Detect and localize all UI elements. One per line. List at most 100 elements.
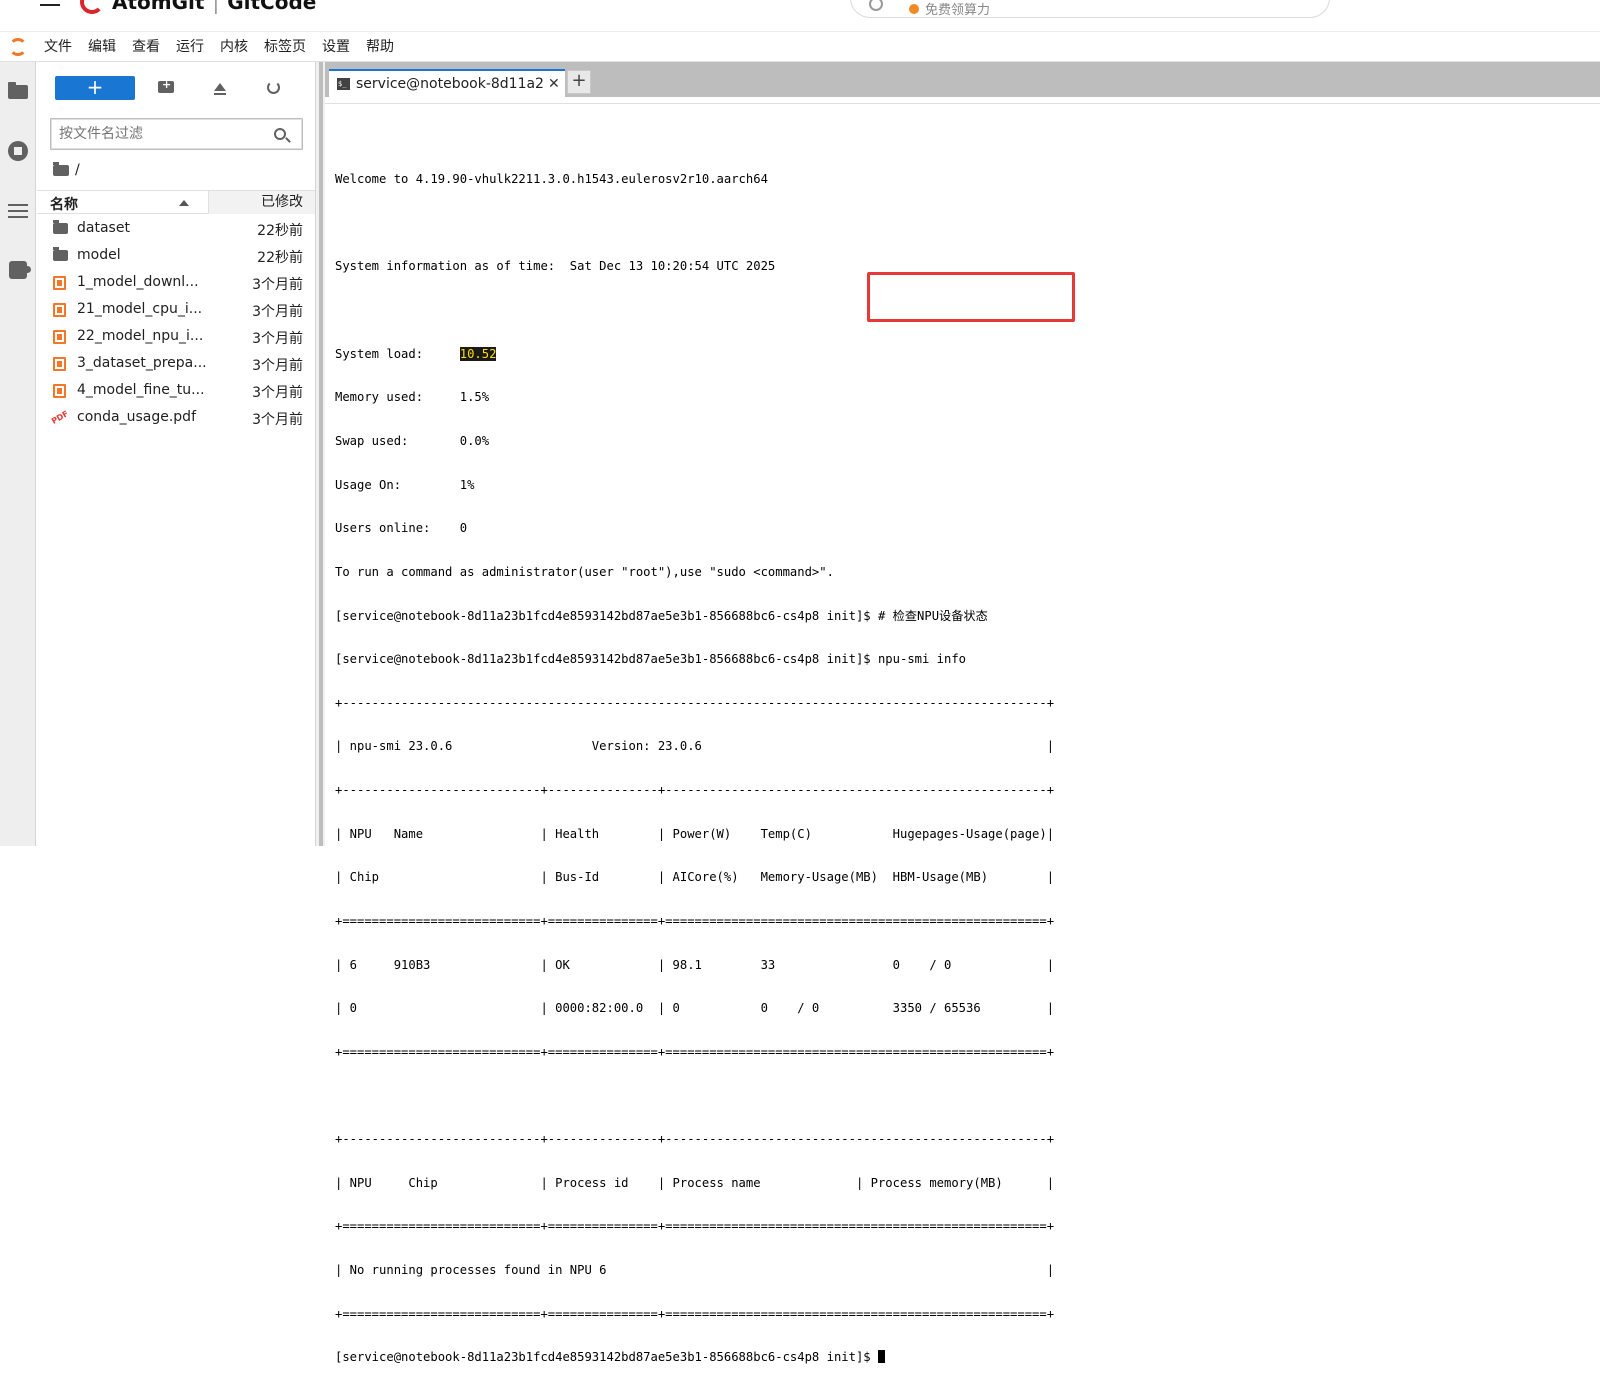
extensions-tab[interactable]: [6, 258, 31, 282]
npu-table-line: | npu-smi 23.0.6 Version: 23.0.6 |: [335, 739, 1055, 754]
notebook-icon: [53, 303, 66, 317]
hamburger-menu-icon[interactable]: [40, 0, 60, 10]
activity-bar: [0, 62, 36, 846]
terminal-line: To run a command as administrator(user "…: [335, 564, 834, 579]
file-row-pdf[interactable]: PDF conda_usage.pdf 3个月前: [37, 405, 315, 432]
site-search-box[interactable]: 免费领算力: [850, 0, 1330, 18]
file-browser: + / 名称 已修改 dataset 22秒前 model 22秒前 1_mod…: [37, 62, 315, 846]
running-sessions-tab[interactable]: [6, 139, 30, 163]
file-row-notebook[interactable]: 4_model_fine_tu... 3个月前: [37, 378, 315, 405]
terminal-line: System load: 10.52: [335, 346, 1335, 362]
menu-tabs[interactable]: 标签页: [256, 32, 314, 62]
file-modified: 3个月前: [252, 358, 303, 374]
column-modified-header[interactable]: 已修改: [208, 191, 315, 214]
breadcrumb: /: [53, 160, 80, 180]
menu-settings[interactable]: 设置: [314, 32, 358, 62]
close-icon[interactable]: ✕: [548, 76, 560, 92]
menu-edit[interactable]: 编辑: [80, 32, 124, 62]
folder-icon: [8, 82, 28, 99]
brand-name-2: GitCode: [227, 0, 317, 14]
annotation-highlight-box: [867, 272, 1075, 322]
file-row-notebook[interactable]: 3_dataset_prepa... 3个月前: [37, 351, 315, 378]
tab-terminal[interactable]: $_ service@notebook-8d11a2 ✕: [329, 69, 565, 97]
file-name: dataset: [77, 220, 130, 236]
refresh-icon: [266, 80, 280, 94]
npu-table-line: | Chip | Bus-Id | AICore(%) Memory-Usage…: [335, 870, 1055, 885]
breadcrumb-root[interactable]: /: [75, 162, 80, 178]
menu-bar: 文件 编辑 查看 运行 内核 标签页 设置 帮助: [0, 32, 1600, 62]
menu-view[interactable]: 查看: [124, 32, 168, 62]
file-name: conda_usage.pdf: [77, 409, 196, 425]
terminal-prompt: [service@notebook-8d11a23b1fcd4e8593142b…: [335, 1350, 1335, 1365]
file-row-notebook[interactable]: 1_model_downl... 3个月前: [37, 270, 315, 297]
terminal-line: Swap used: 0.0%: [335, 433, 490, 448]
npu-table-line: +---------------------------+-----------…: [335, 783, 1055, 798]
file-name: model: [77, 247, 121, 263]
promo-icon: [909, 3, 919, 14]
folder-icon: [53, 220, 68, 234]
menu-run[interactable]: 运行: [168, 32, 212, 62]
file-row-notebook[interactable]: 22_model_npu_i... 3个月前: [37, 324, 315, 351]
file-modified: 3个月前: [252, 277, 303, 293]
table-of-contents-tab[interactable]: [6, 199, 30, 223]
file-modified: 22秒前: [257, 250, 303, 266]
refresh-button[interactable]: [264, 78, 282, 96]
file-list: dataset 22秒前 model 22秒前 1_model_downl...…: [37, 216, 315, 432]
brand-logo[interactable]: AtomGit | GitCode: [80, 0, 316, 14]
stop-circle-icon: [8, 141, 28, 161]
npu-table-line: | NPU Name | Health | Power(W) Temp(C) H…: [335, 826, 1055, 841]
new-launcher-button[interactable]: +: [55, 76, 135, 100]
file-modified: 3个月前: [252, 304, 303, 320]
npu-table-line: +---------------------------+-----------…: [335, 1132, 1055, 1147]
file-browser-toolbar: +: [37, 74, 315, 100]
prompt-text: [service@notebook-8d11a23b1fcd4e8593142b…: [335, 1350, 878, 1365]
jupyter-logo-icon: [0, 32, 36, 62]
menu-kernel[interactable]: 内核: [212, 32, 256, 62]
tab-bar: $_ service@notebook-8d11a2 ✕ +: [325, 62, 1600, 97]
search-promo-text: 免费领算力: [925, 3, 991, 18]
file-name: 21_model_cpu_i...: [77, 301, 203, 317]
file-modified: 3个月前: [252, 412, 303, 428]
search-icon: [869, 0, 883, 11]
terminal-line: Users online: 0: [335, 521, 468, 536]
npu-table-line: +---------------------------------------…: [335, 695, 1055, 710]
file-list-header: 名称 已修改: [37, 190, 315, 214]
new-folder-button[interactable]: [157, 78, 175, 96]
add-tab-button[interactable]: +: [567, 70, 591, 94]
terminal-command: [service@notebook-8d11a23b1fcd4e8593142b…: [335, 652, 967, 667]
folder-icon[interactable]: [53, 161, 69, 176]
terminal-output[interactable]: Welcome to 4.19.90-vhulk2211.3.0.h1543.e…: [335, 143, 1335, 1394]
system-load-label: System load:: [335, 346, 460, 361]
column-name-header[interactable]: 名称: [50, 194, 78, 214]
terminal-line: Usage On: 1%: [335, 477, 475, 492]
npu-table-line: +===========================+===========…: [335, 1306, 1055, 1321]
site-header: AtomGit | GitCode 免费领算力: [0, 0, 1600, 32]
npu-table-line: | 0 | 0000:82:00.0 | 0 0 / 0 3350 / 6553…: [335, 1001, 1055, 1016]
menu-help[interactable]: 帮助: [358, 32, 402, 62]
npu-table-line: +===========================+===========…: [335, 1219, 1055, 1234]
terminal-cursor: [877, 1350, 885, 1364]
terminal-top-border: [325, 97, 1600, 104]
file-row-model[interactable]: model 22秒前: [37, 243, 315, 270]
tab-label: service@notebook-8d11a2: [356, 76, 544, 92]
notebook-icon: [53, 276, 66, 290]
file-name: 22_model_npu_i...: [77, 328, 204, 344]
upload-button[interactable]: [211, 78, 229, 96]
atomgit-logo-icon: [80, 0, 104, 14]
file-row-notebook[interactable]: 21_model_cpu_i... 3个月前: [37, 297, 315, 324]
file-row-dataset[interactable]: dataset 22秒前: [37, 216, 315, 243]
upload-icon: [214, 83, 226, 95]
notebook-icon: [53, 357, 66, 371]
folder-icon: [53, 247, 68, 261]
npu-table-line: | No running processes found in NPU 6 |: [335, 1263, 1055, 1278]
terminal-line: Welcome to 4.19.90-vhulk2211.3.0.h1543.e…: [335, 172, 768, 187]
notebook-icon: [53, 330, 66, 344]
terminal-command: [service@notebook-8d11a23b1fcd4e8593142b…: [335, 608, 988, 623]
panel-splitter[interactable]: [315, 62, 325, 846]
file-name: 1_model_downl...: [77, 274, 199, 290]
menu-file[interactable]: 文件: [36, 32, 80, 62]
terminal-line: System information as of time: Sat Dec 1…: [335, 259, 776, 274]
file-browser-tab[interactable]: [6, 80, 30, 104]
file-filter-input[interactable]: [51, 119, 261, 149]
brand-name: AtomGit: [112, 0, 205, 14]
